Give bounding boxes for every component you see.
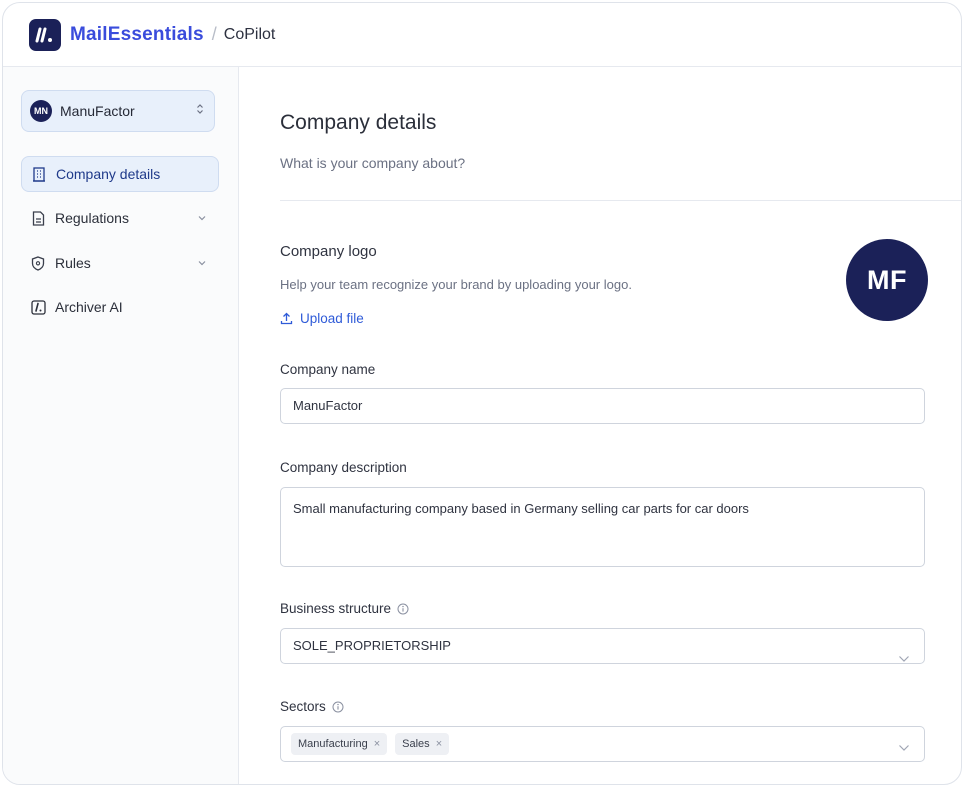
- archiver-logo-icon: [30, 299, 46, 315]
- chevron-up-down-icon: [196, 103, 204, 117]
- sidebar-item-company-details[interactable]: Company details: [21, 156, 219, 192]
- close-icon[interactable]: ×: [436, 738, 442, 750]
- company-description-textarea[interactable]: Small manufacturing company based in Ger…: [280, 487, 925, 567]
- shield-icon: [30, 255, 46, 271]
- organization-selector[interactable]: MN ManuFactor: [21, 90, 215, 132]
- page-subtitle: What is your company about?: [280, 155, 466, 171]
- upload-icon: [280, 312, 293, 325]
- sectors-multiselect[interactable]: Manufacturing × Sales ×: [280, 726, 925, 762]
- company-name-label: Company name: [280, 362, 376, 377]
- company-logo-help-text: Help your team recognize your brand by u…: [280, 277, 632, 292]
- building-icon: [31, 166, 47, 182]
- sidebar: MN ManuFactor Company details Regulation…: [3, 67, 239, 784]
- main-content: Company details What is your company abo…: [240, 67, 961, 784]
- app-window: MailEssentials / CoPilot MN ManuFactor C…: [2, 2, 962, 785]
- sectors-label-row: Sectors: [280, 699, 344, 714]
- mailessentials-logo-icon: [29, 18, 61, 51]
- upload-file-label: Upload file: [300, 311, 364, 326]
- business-structure-label: Business structure: [280, 601, 392, 616]
- company-description-label: Company description: [280, 460, 407, 475]
- chevron-down-icon: [898, 642, 910, 676]
- upload-file-link[interactable]: Upload file: [280, 311, 364, 326]
- info-icon[interactable]: [397, 603, 409, 615]
- chevron-down-icon[interactable]: [197, 255, 207, 271]
- sidebar-item-label: Archiver AI: [55, 299, 123, 315]
- sidebar-item-rules[interactable]: Rules: [21, 245, 219, 281]
- sector-chip-label: Manufacturing: [298, 738, 368, 750]
- company-logo-label: Company logo: [280, 243, 377, 260]
- brand-name[interactable]: MailEssentials: [70, 24, 204, 46]
- chevron-down-icon[interactable]: [197, 210, 207, 226]
- document-icon: [30, 210, 46, 226]
- business-structure-label-row: Business structure: [280, 601, 409, 616]
- business-structure-value: SOLE_PROPRIETORSHIP: [293, 638, 451, 653]
- sidebar-item-archiver-ai[interactable]: Archiver AI: [21, 289, 219, 325]
- breadcrumb-current-page: CoPilot: [223, 25, 276, 43]
- sidebar-item-label: Rules: [55, 255, 91, 271]
- sidebar-item-label: Regulations: [55, 210, 129, 226]
- top-bar: MailEssentials / CoPilot: [3, 3, 961, 67]
- page-title: Company details: [280, 111, 437, 134]
- chevron-down-icon: [898, 740, 910, 755]
- sector-chip[interactable]: Manufacturing ×: [291, 733, 388, 755]
- sector-chip-label: Sales: [402, 738, 430, 750]
- sidebar-item-label: Company details: [56, 166, 161, 182]
- org-name: ManuFactor: [60, 103, 135, 119]
- sectors-label: Sectors: [280, 699, 326, 714]
- divider: [280, 200, 961, 201]
- company-logo-avatar: MF: [846, 239, 928, 321]
- close-icon[interactable]: ×: [374, 738, 380, 750]
- sector-chip[interactable]: Sales ×: [395, 733, 450, 755]
- org-avatar: MN: [30, 100, 52, 122]
- breadcrumb-separator: /: [211, 24, 217, 44]
- company-name-input[interactable]: ManuFactor: [280, 388, 925, 424]
- business-structure-select[interactable]: SOLE_PROPRIETORSHIP: [280, 628, 925, 664]
- info-icon[interactable]: [332, 701, 344, 713]
- sidebar-item-regulations[interactable]: Regulations: [21, 200, 219, 236]
